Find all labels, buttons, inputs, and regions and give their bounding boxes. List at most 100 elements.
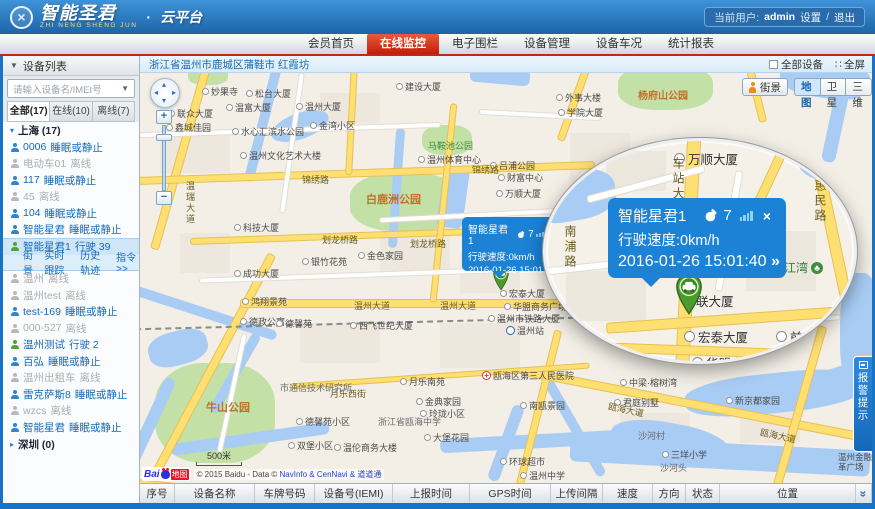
logo-title: 智能圣君 <box>40 3 116 24</box>
filter-tab-offline[interactable]: 离线(7) <box>92 102 135 121</box>
person-icon <box>11 175 19 185</box>
group-expand-icon: ▸ <box>10 439 15 449</box>
device-item[interactable]: 百弘 睡眠或静止 <box>3 353 139 370</box>
filter-tab-all[interactable]: 全部(17) <box>8 102 51 121</box>
fullscreen-button[interactable]: ∷ 全屏 <box>835 57 865 72</box>
layer-3d-button[interactable]: 三维 <box>846 78 872 109</box>
person-icon <box>11 142 19 152</box>
filter-tab-online[interactable]: 在线(10) <box>50 102 93 121</box>
device-item[interactable]: wzcs 离线 <box>3 403 139 420</box>
pan-down-icon[interactable]: ▾ <box>162 97 166 105</box>
pan-right-icon[interactable]: ▸ <box>172 89 176 97</box>
logout-link[interactable]: 退出 <box>834 10 855 25</box>
device-item[interactable]: 000-527 离线 <box>3 320 139 337</box>
group-shanghai[interactable]: ▾ 上海 (17) <box>3 122 139 139</box>
table-expand-button[interactable]: » <box>856 484 872 503</box>
close-icon[interactable]: × <box>763 209 771 223</box>
street-view-person-icon <box>749 81 756 93</box>
metro-station-icon <box>506 326 515 335</box>
hospital-icon: + <box>482 371 491 380</box>
person-icon <box>11 290 19 300</box>
current-user-name: admin <box>764 11 796 23</box>
zoom-slider-handle[interactable] <box>156 134 172 141</box>
group-shenzhen[interactable]: ▸ 深圳 (0) <box>3 436 139 453</box>
person-icon <box>11 356 19 366</box>
zoom-in-button[interactable]: + <box>156 110 172 124</box>
fullscreen-icon: ∷ <box>835 59 842 71</box>
search-placeholder: 请输入设备名/IMEI号 <box>13 84 102 96</box>
logo-separator: · <box>146 9 152 25</box>
device-item[interactable]: 温州test 离线 <box>3 287 139 304</box>
map-canvas[interactable]: 妙果寺 松台大厦 温富大厦 温州大厦 联众大厦 鑫城佳园 水心汇滨水公园 金湾小… <box>140 73 872 483</box>
pan-up-icon[interactable]: ▴ <box>162 81 166 89</box>
device-item[interactable]: 117 睡眠或静止 <box>3 172 139 189</box>
tab-device-mgmt[interactable]: 设备管理 <box>511 34 583 54</box>
street-view-button[interactable]: 街景 <box>742 78 788 96</box>
device-item[interactable]: 温州出租车 离线 <box>3 370 139 387</box>
signal-bars-icon <box>739 210 753 221</box>
chevron-double-down-icon: » <box>856 490 871 497</box>
alarm-tips-tab[interactable]: 报警提示 <box>853 356 872 452</box>
device-item[interactable]: 雷克萨斯8 睡眠或静止 <box>3 386 139 403</box>
baidu-paw-icon <box>160 467 170 479</box>
satellite-icon <box>704 208 719 223</box>
group-expand-icon: ▾ <box>10 126 15 135</box>
map-copyright: © 2015 Baidu - Data © NavInfo & CenNavi … <box>193 468 385 480</box>
device-actions: 街景 实时跟踪 历史轨迹 指令>> <box>3 251 139 277</box>
device-item[interactable]: 智能星君 睡眠或静止 <box>3 222 139 239</box>
person-icon <box>11 192 19 202</box>
satellite-icon <box>517 230 526 239</box>
zoom-out-button[interactable]: − <box>156 191 172 205</box>
window-bottom-frame <box>0 503 875 509</box>
pan-left-icon[interactable]: ◂ <box>154 89 158 97</box>
device-item[interactable]: 104 睡眠或静止 <box>3 205 139 222</box>
sidebar-header[interactable]: ▼ 设备列表 <box>3 56 139 76</box>
device-item[interactable]: 智能星君 睡眠或静止 <box>3 419 139 436</box>
logo-platform: 云平台 <box>160 9 203 25</box>
checkbox-icon <box>769 60 778 69</box>
more-icon[interactable]: » <box>771 253 780 270</box>
alarm-panel-icon <box>858 361 868 369</box>
person-icon <box>11 242 19 252</box>
map-pan-control[interactable]: ▴ ▾ ◂ ▸ <box>150 78 180 108</box>
main-nav: 会员首页 在线监控 电子围栏 设备管理 设备车况 统计报表 <box>0 34 875 56</box>
device-item[interactable]: test-169 睡眠或静止 <box>3 304 139 321</box>
tab-reports[interactable]: 统计报表 <box>655 34 727 54</box>
action-history[interactable]: 历史轨迹 <box>80 247 109 277</box>
vehicle-marker-zoomed[interactable] <box>674 273 704 320</box>
device-item[interactable]: 温州测试 行驶 2 <box>3 337 139 354</box>
device-filter-tabs: 全部(17) 在线(10) 离线(7) <box>7 101 135 122</box>
layer-map-button[interactable]: 地图 <box>794 78 821 109</box>
person-icon <box>11 159 19 169</box>
map-scale: 500米 <box>196 449 242 466</box>
tab-member-home[interactable]: 会员首页 <box>295 34 367 54</box>
tab-geofence[interactable]: 电子围栏 <box>439 34 511 54</box>
person-icon <box>11 373 19 383</box>
person-icon <box>11 274 19 284</box>
baidu-logo: Bai 地图 <box>142 467 191 481</box>
device-item[interactable]: 45 离线 <box>3 189 139 206</box>
device-item[interactable]: 电动车01 离线 <box>3 156 139 173</box>
settings-link[interactable]: 设置 <box>800 10 821 25</box>
map-type-control: 地图 卫星 三维 <box>794 78 872 109</box>
person-icon <box>11 323 19 333</box>
magnifier-lens: 万顺大厦 车站大 惠民路 南浦路 联大厦 宏泰大厦 前网新 华盟商务广 江湾 ♣ … <box>543 138 857 364</box>
sidebar-title: 设备列表 <box>22 60 67 73</box>
all-devices-checkbox[interactable]: 全部设备 <box>769 57 823 72</box>
action-commands[interactable]: 指令>> <box>116 249 139 275</box>
device-search-input[interactable]: 请输入设备名/IMEI号 ▼ <box>7 79 135 98</box>
person-icon <box>11 340 19 350</box>
baidu-attribution: Bai 地图 © 2015 Baidu - Data © NavInfo & Ce… <box>142 467 385 481</box>
device-item[interactable]: 0006 睡眠或静止 <box>3 139 139 156</box>
logo: × 智能圣君 ZHI NENG SHENG JUN · 云平台 <box>10 4 202 30</box>
layer-satellite-button[interactable]: 卫星 <box>820 78 847 109</box>
current-user-label: 当前用户: <box>714 11 760 24</box>
address-bar: 浙江省温州市鹿城区蒲鞋市 红霞坊 全部设备 ∷ 全屏 <box>140 56 872 73</box>
person-icon <box>11 389 19 399</box>
tab-online-monitor[interactable]: 在线监控 <box>367 34 439 54</box>
device-list: ▾ 上海 (17) 0006 睡眠或静止 电动车01 离线 117 睡眠或静止 45 离线… <box>3 122 139 503</box>
user-box: 当前用户: admin 设置 / 退出 <box>704 7 865 27</box>
breadcrumb: 浙江省温州市鹿城区蒲鞋市 红霞坊 <box>149 58 310 71</box>
tab-vehicle-status[interactable]: 设备车况 <box>583 34 655 54</box>
person-icon <box>11 225 19 235</box>
